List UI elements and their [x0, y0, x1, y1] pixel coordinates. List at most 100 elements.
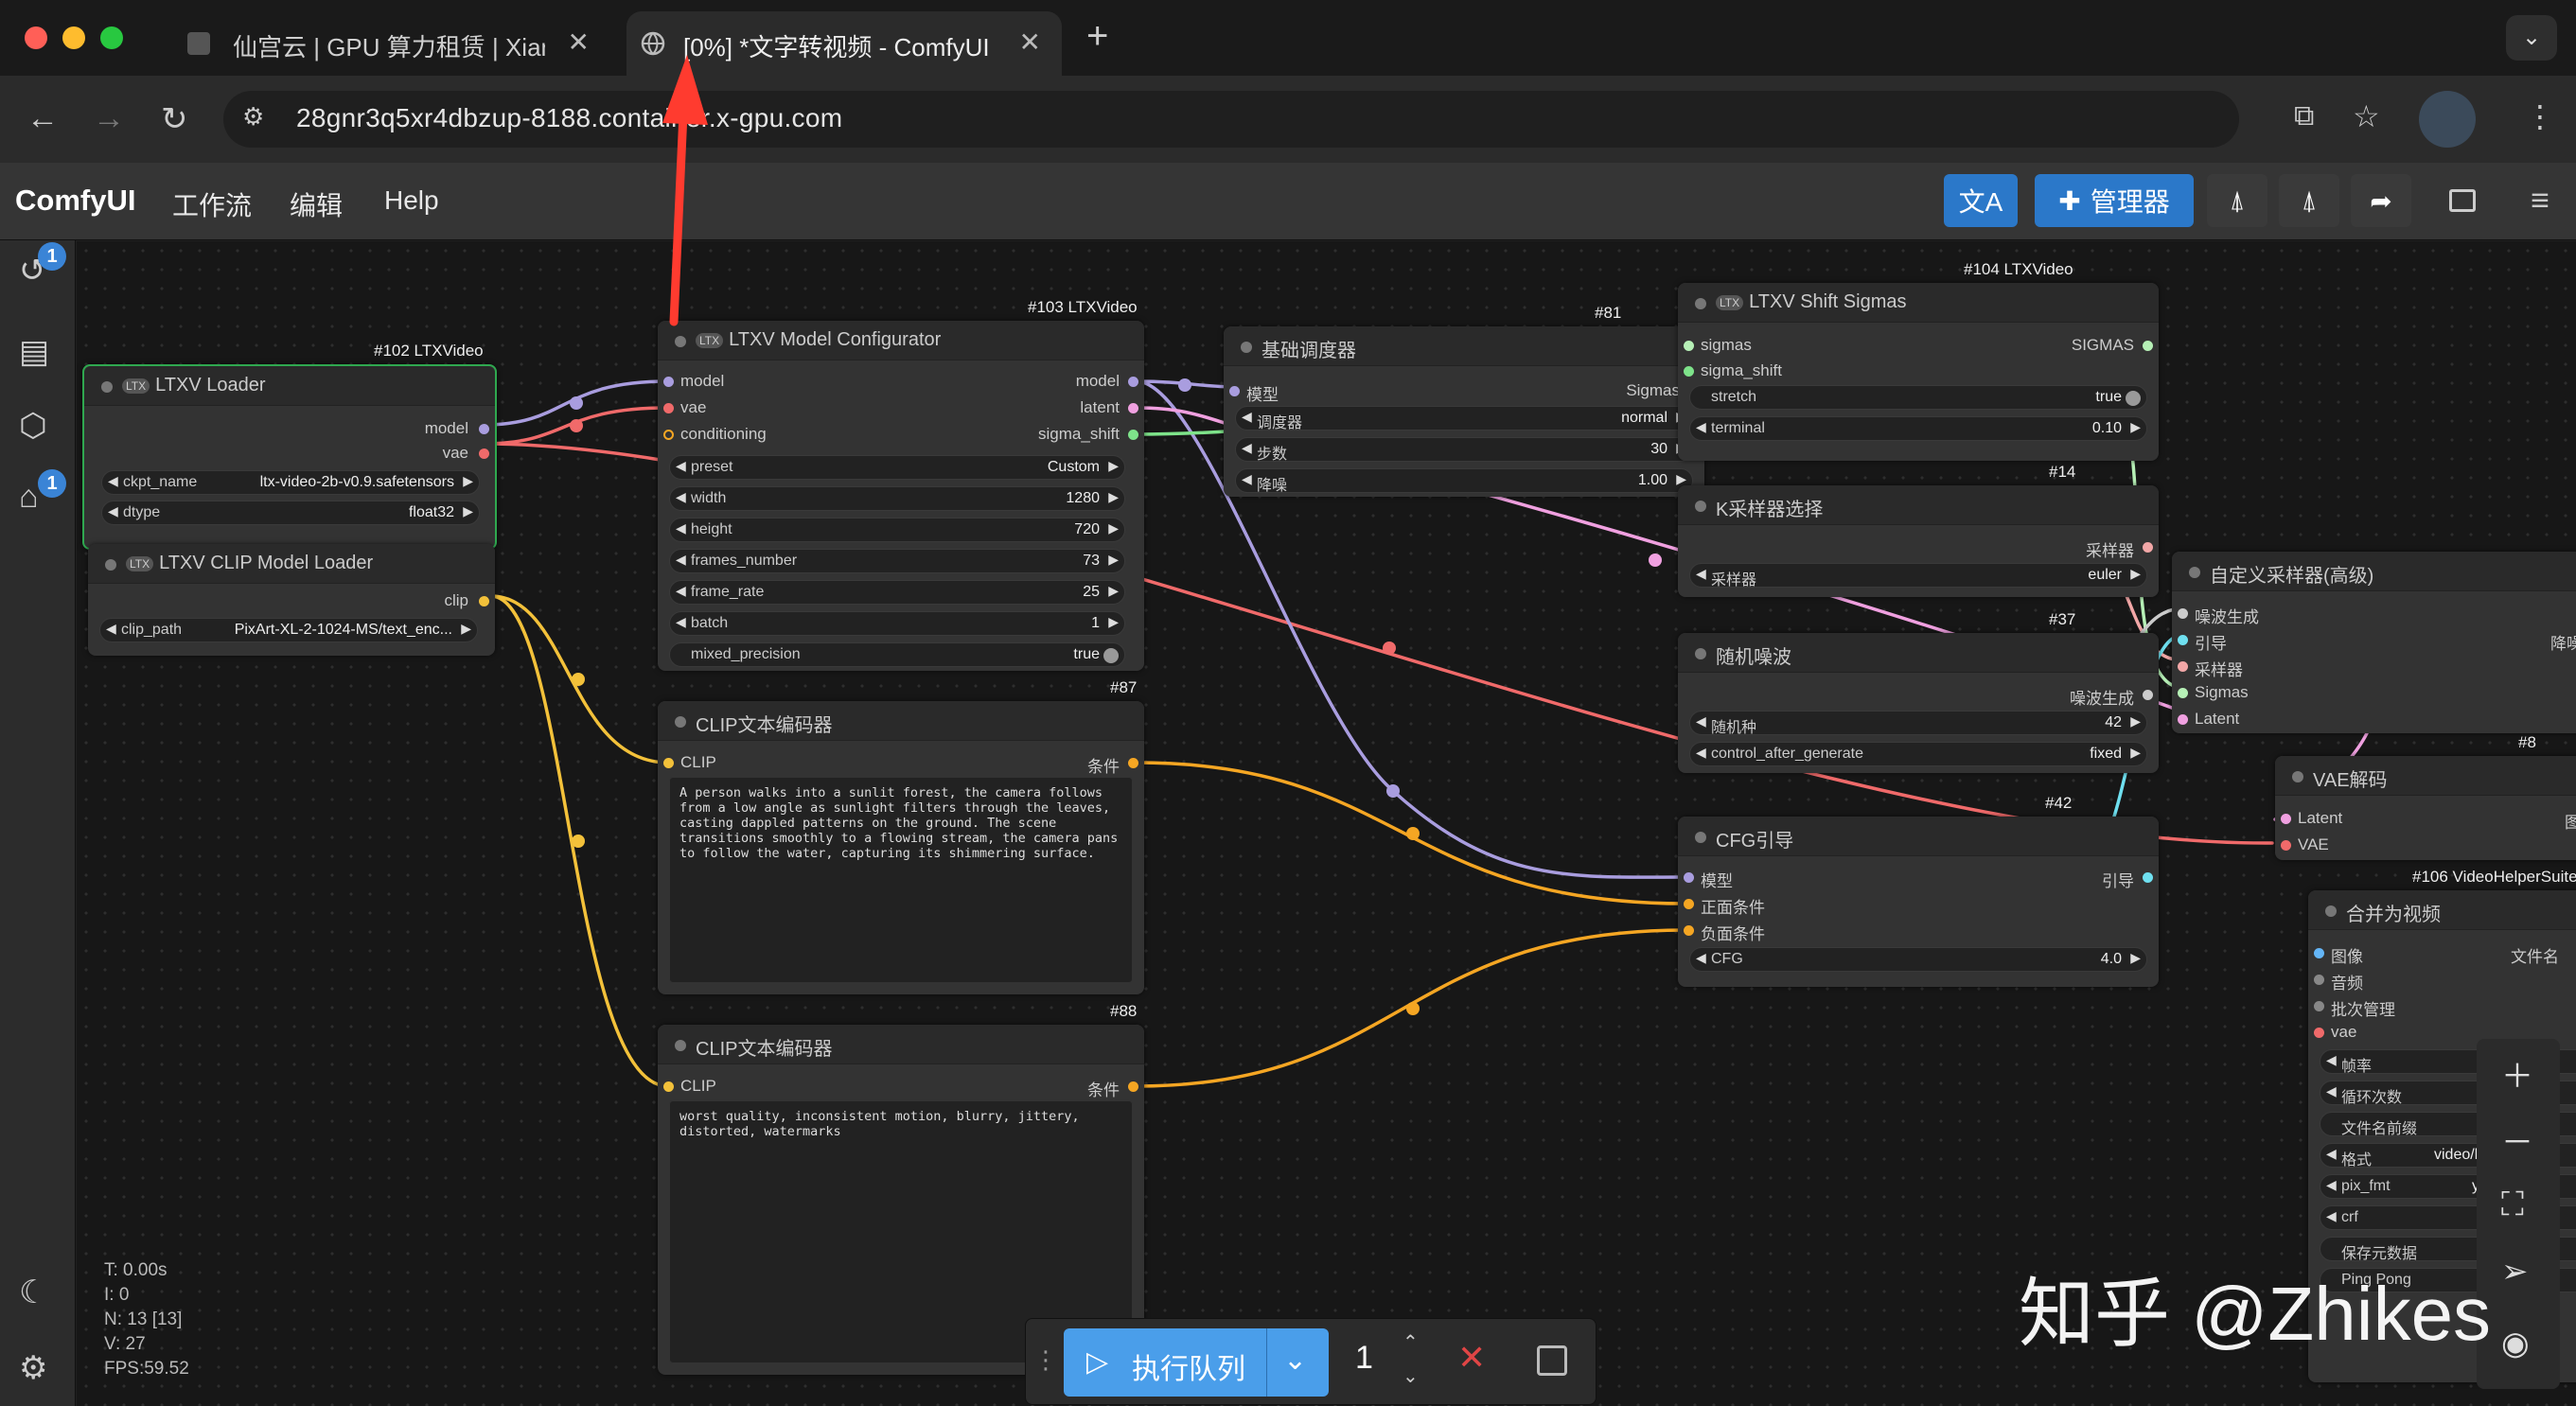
- input-vae-port[interactable]: [2314, 1028, 2324, 1038]
- run-queue-button[interactable]: ▷ 执行队列 ⌄: [1064, 1328, 1329, 1397]
- widget-frame-rate[interactable]: ◀ frame_rate 25 ▶: [669, 580, 1125, 605]
- node-header[interactable]: K采样器选择: [1678, 485, 2159, 525]
- cancel-run-icon[interactable]: ✕: [1457, 1338, 1486, 1378]
- widget-height[interactable]: ◀ height 720 ▶: [669, 518, 1125, 542]
- reload-icon[interactable]: ↻: [161, 100, 188, 138]
- widget-batch[interactable]: ◀ batch 1 ▶: [669, 611, 1125, 636]
- tab-search-button[interactable]: ⌄: [2506, 15, 2557, 61]
- manager-tool-b-button[interactable]: ⍋: [2279, 174, 2339, 227]
- input-latent-port[interactable]: [2178, 714, 2188, 725]
- node-header[interactable]: 基础调度器: [1224, 326, 1704, 366]
- forward-icon[interactable]: →: [93, 100, 125, 137]
- input-model-port[interactable]: [663, 377, 674, 387]
- stop-icon[interactable]: [1537, 1345, 1567, 1376]
- widget-sampler-name[interactable]: ◀ 采样器 euler ▶: [1689, 563, 2147, 589]
- input-vae-port[interactable]: [663, 403, 674, 413]
- hamburger-menu-icon[interactable]: ≡: [2514, 174, 2567, 227]
- input-positive-port[interactable]: [1684, 899, 1694, 909]
- minimize-window-button[interactable]: [62, 26, 85, 49]
- profile-avatar[interactable]: [2419, 91, 2476, 148]
- input-conditioning-port[interactable]: [663, 430, 674, 440]
- node-ltxv-shift-sigmas[interactable]: LTX LTXV Shift Sigmas sigmas sigma_shift …: [1678, 283, 2159, 461]
- output-sigmas-port[interactable]: [2143, 341, 2153, 351]
- close-tab-icon[interactable]: ✕: [568, 26, 590, 58]
- node-ltxv-model-configurator[interactable]: LTX LTXV Model Configurator model vae con…: [658, 321, 1144, 671]
- increment-icon[interactable]: ⌃: [1403, 1330, 1419, 1354]
- zoom-out-icon[interactable]: －: [2501, 1116, 2533, 1163]
- node-sampler-custom-advanced[interactable]: 自定义采样器(高级) 噪波生成 引导 采样器 Sigmas Latent 降噪: [2172, 552, 2576, 733]
- close-tab-icon[interactable]: ✕: [1019, 26, 1041, 58]
- menu-help[interactable]: Help: [384, 185, 439, 216]
- manager-button[interactable]: ✚ 管理器: [2035, 174, 2194, 227]
- translate-page-icon[interactable]: ⧉: [2294, 100, 2314, 132]
- input-images-port[interactable]: [2314, 948, 2324, 958]
- input-negative-port[interactable]: [1684, 925, 1694, 936]
- widget-seed[interactable]: ◀ 随机种 42 ▶: [1689, 711, 2147, 736]
- input-sigma-shift-port[interactable]: [1684, 366, 1694, 377]
- input-guider-port[interactable]: [2178, 635, 2188, 645]
- output-clip-port[interactable]: [479, 596, 489, 606]
- node-ltxv-clip-loader[interactable]: LTX LTXV CLIP Model Loader clip ◀ clip_pat…: [88, 544, 495, 656]
- node-header[interactable]: LTX LTXV CLIP Model Loader: [88, 544, 495, 584]
- batch-count[interactable]: 1: [1355, 1340, 1373, 1377]
- widget-preset[interactable]: ◀ preset Custom ▶: [669, 455, 1125, 480]
- toggle-links-eye-icon[interactable]: ◉: [2501, 1325, 2530, 1362]
- output-cond-port[interactable]: [1128, 1081, 1138, 1092]
- output-sampler-port[interactable]: [2143, 542, 2153, 553]
- toggle-panel-button[interactable]: [2436, 174, 2489, 227]
- output-sigma-shift-port[interactable]: [1128, 430, 1138, 440]
- widget-width[interactable]: ◀ width 1280 ▶: [669, 486, 1125, 511]
- widget-control-after-generate[interactable]: ◀ control_after_generate fixed ▶: [1689, 742, 2147, 766]
- new-tab-button[interactable]: +: [1086, 15, 1108, 58]
- node-header[interactable]: 自定义采样器(高级): [2172, 552, 2576, 591]
- widget-steps[interactable]: ◀步数30▶: [1235, 437, 1693, 463]
- node-header[interactable]: LTX LTXV Shift Sigmas: [1678, 283, 2159, 323]
- output-vae-port[interactable]: [479, 448, 489, 459]
- output-noise-port[interactable]: [2143, 690, 2153, 700]
- input-clip-port[interactable]: [663, 1081, 674, 1092]
- input-sigmas-port[interactable]: [2178, 688, 2188, 698]
- node-header[interactable]: LTX LTXV Loader: [84, 366, 495, 406]
- node-vae-decode[interactable]: VAE解码 Latent VAE 图像: [2275, 756, 2576, 860]
- output-guider-port[interactable]: [2143, 872, 2153, 883]
- node-library-icon[interactable]: ▤: [19, 333, 49, 371]
- output-model-port[interactable]: [1128, 377, 1138, 387]
- bookmark-star-icon[interactable]: ☆: [2353, 98, 2380, 134]
- widget-frames-number[interactable]: ◀ frames_number 73 ▶: [669, 549, 1125, 573]
- zoom-in-icon[interactable]: ＋: [2501, 1050, 2533, 1097]
- input-batch-port[interactable]: [2314, 1001, 2324, 1011]
- input-audio-port[interactable]: [2314, 975, 2324, 985]
- widget-stretch[interactable]: stretch true: [1689, 385, 2147, 410]
- chevron-down-icon[interactable]: ⌄: [1283, 1344, 1307, 1377]
- back-icon[interactable]: ←: [26, 100, 59, 137]
- translate-button[interactable]: 文A: [1944, 174, 2018, 227]
- menu-workflow[interactable]: 工作流: [172, 185, 252, 223]
- output-latent-port[interactable]: [1128, 403, 1138, 413]
- model-library-icon[interactable]: ⬡: [19, 407, 47, 445]
- zoom-window-button[interactable]: [100, 26, 123, 49]
- input-latent-port[interactable]: [2281, 814, 2291, 824]
- input-sigmas-port[interactable]: [1684, 341, 1694, 351]
- node-header[interactable]: 随机噪波: [1678, 633, 2159, 673]
- node-random-noise[interactable]: 随机噪波 噪波生成 ◀ 随机种 42 ▶ ◀ control_after_generat…: [1678, 633, 2159, 773]
- site-info-icon[interactable]: ⚙: [242, 102, 264, 132]
- share-button[interactable]: ➦: [2351, 174, 2411, 227]
- node-ltxv-loader[interactable]: LTX LTXV Loader model vae ◀ ckpt_name ltx-v…: [82, 364, 497, 550]
- browser-menu-icon[interactable]: ⋮: [2525, 98, 2555, 134]
- widget-ckpt-name[interactable]: ◀ ckpt_name ltx-video-2b-v0.9.safetensors ▶: [101, 470, 480, 495]
- settings-gear-icon[interactable]: ⚙: [19, 1349, 47, 1387]
- input-sampler-port[interactable]: [2178, 661, 2188, 672]
- input-model-port[interactable]: [1229, 386, 1240, 396]
- input-clip-port[interactable]: [663, 758, 674, 768]
- node-header[interactable]: VAE解码: [2275, 756, 2576, 796]
- drag-handle-icon[interactable]: ⋮: [1033, 1345, 1058, 1375]
- menu-edit[interactable]: 编辑: [290, 185, 343, 223]
- tab-xiangongyun[interactable]: 仙宫云 | GPU 算力租赁 | Xiang ✕: [180, 11, 610, 76]
- node-clip-text-encode-positive[interactable]: CLIP文本编码器 CLIP 条件 A person walks into a …: [658, 701, 1144, 994]
- pointer-mode-icon[interactable]: ➢: [2501, 1253, 2529, 1291]
- theme-toggle-icon[interactable]: ☾: [19, 1274, 47, 1311]
- widget-denoise[interactable]: ◀ 降噪 1.00 ▶: [1235, 468, 1693, 494]
- widget-terminal[interactable]: ◀ terminal 0.10 ▶: [1689, 416, 2147, 441]
- input-model-port[interactable]: [1684, 872, 1694, 883]
- output-cond-port[interactable]: [1128, 758, 1138, 768]
